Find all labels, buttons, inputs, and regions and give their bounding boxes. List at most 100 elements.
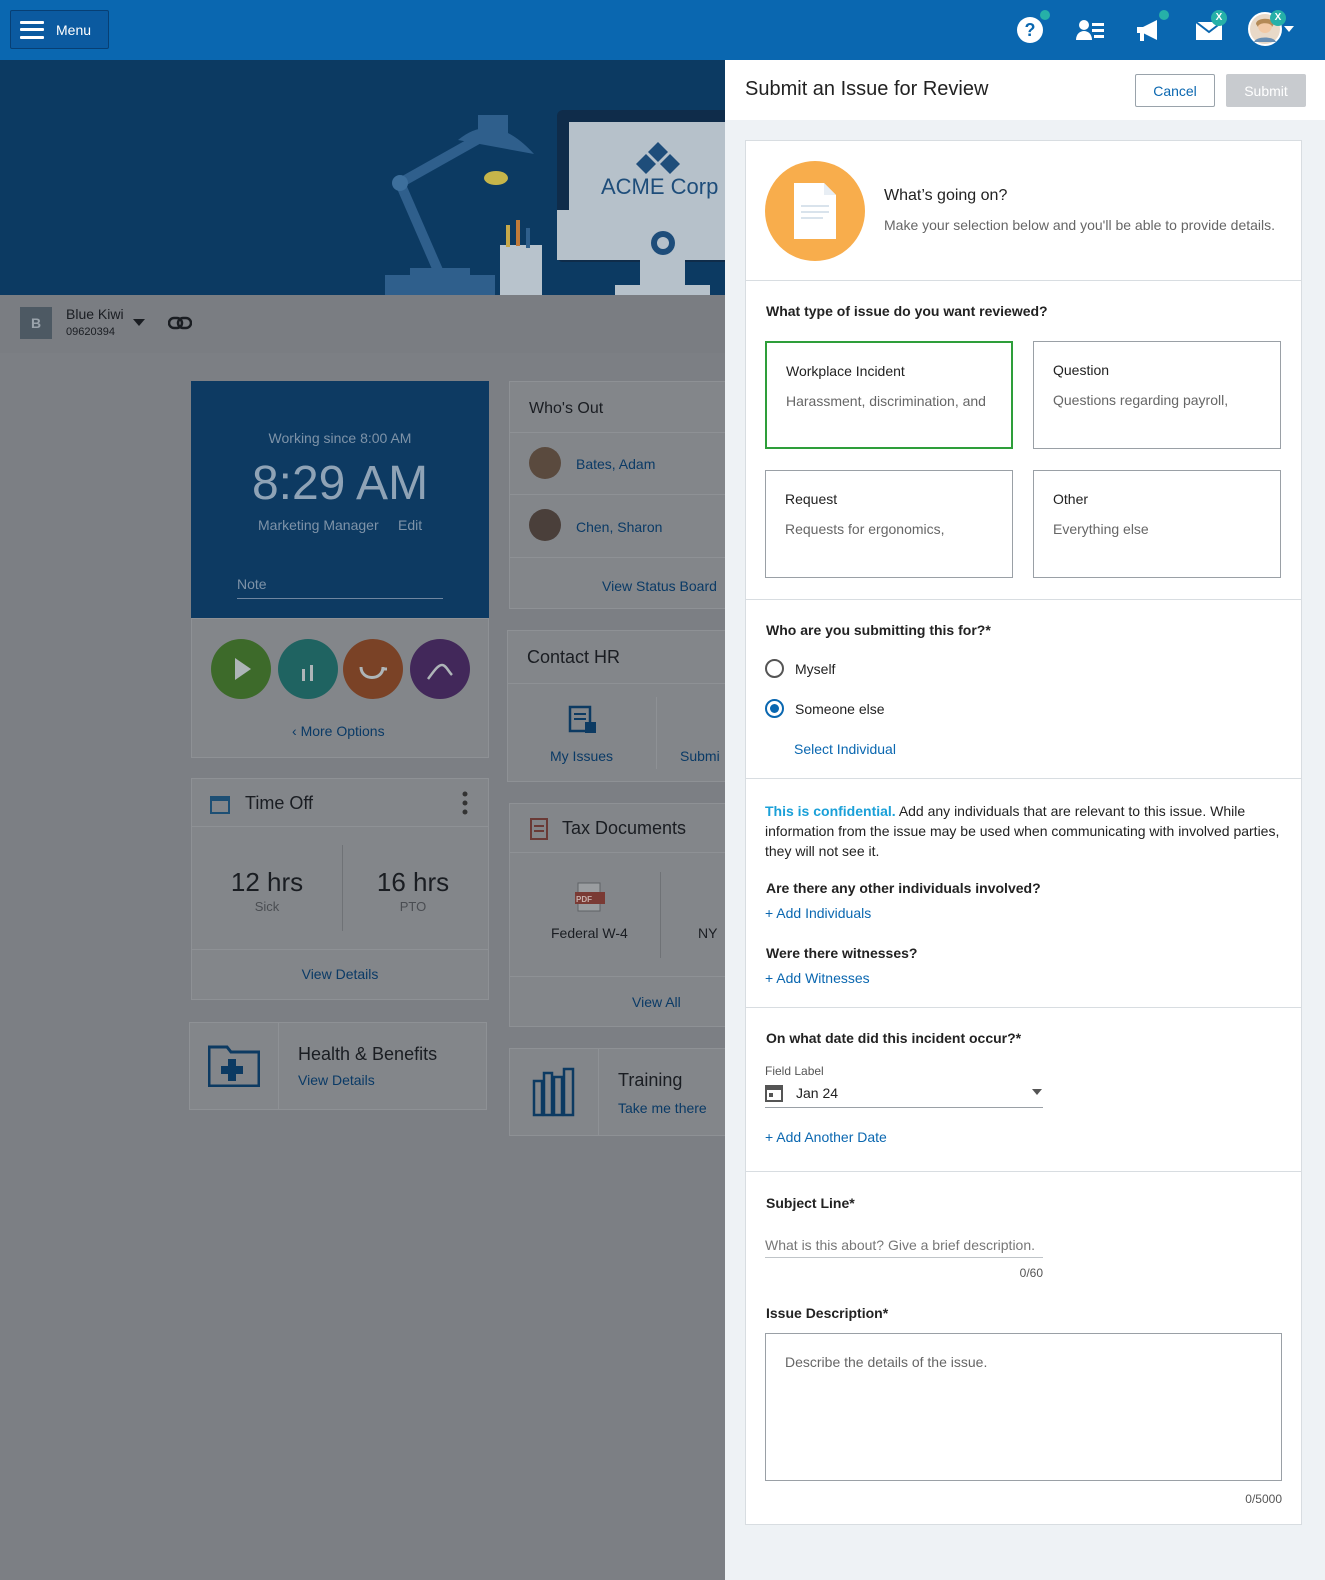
tile-request[interactable]: Request Requests for ergonomics, (765, 470, 1013, 578)
intro-section: What’s going on? Make your selection bel… (746, 141, 1301, 281)
tile-workplace-incident[interactable]: Workplace Incident Harassment, discrimin… (765, 341, 1013, 449)
add-witnesses-link[interactable]: + Add Witnesses (765, 970, 870, 986)
ny-doc-link[interactable]: NY (698, 925, 717, 941)
inbox-badge: X (1211, 10, 1227, 26)
issue-form: What’s going on? Make your selection bel… (745, 140, 1302, 1525)
exit-icon (426, 663, 453, 680)
edit-job-link[interactable]: Edit (398, 517, 422, 533)
intro-text: Make your selection below and you'll be … (884, 217, 1276, 233)
my-issues-link[interactable]: My Issues (550, 748, 613, 764)
person-avatar (529, 509, 561, 541)
medical-folder-icon (208, 1045, 260, 1087)
kebab-menu-icon[interactable] (462, 791, 468, 815)
description-char-count: 0/5000 (1245, 1492, 1282, 1506)
employee-name: Blue Kiwi (66, 306, 124, 322)
pto-hours: 16 hrs (376, 867, 450, 897)
date-value: Jan 24 (796, 1085, 839, 1101)
select-individual-link[interactable]: Select Individual (794, 741, 896, 757)
confidential-lead: This is confidential. (765, 803, 896, 819)
person-chen-sharon[interactable]: Chen, Sharon (576, 519, 662, 535)
chevron-down-icon (1032, 1089, 1042, 1095)
tile-title: Workplace Incident (786, 363, 905, 379)
panel-header: Submit an Issue for Review Cancel Submit (725, 60, 1325, 120)
other-individuals-question: Are there any other individuals involved… (766, 880, 1041, 896)
radio-someone-else[interactable] (765, 699, 784, 718)
submit-button[interactable]: Submit (1226, 74, 1306, 107)
top-nav-bar: Menu ? X X (0, 0, 1325, 60)
tile-question[interactable]: Question Questions regarding payroll, (1033, 341, 1281, 449)
radio-someone-else-label[interactable]: Someone else (795, 701, 885, 717)
confidential-notice: This is confidential. Add any individual… (765, 801, 1285, 861)
menu-button[interactable]: Menu (10, 10, 109, 49)
subject-char-count: 0/60 (1019, 1266, 1043, 1280)
employee-initial-avatar: B (20, 307, 52, 339)
radio-myself[interactable] (765, 659, 784, 678)
more-options-link[interactable]: ‹ More Options (292, 723, 385, 739)
issues-icon (568, 705, 596, 733)
health-title: Health & Benefits (298, 1044, 438, 1064)
cancel-button[interactable]: Cancel (1135, 74, 1215, 107)
calendar-icon (765, 1085, 783, 1102)
tile-title: Question (1053, 362, 1110, 378)
play-icon (235, 658, 251, 680)
document-illustration (765, 161, 865, 261)
person-bates-adam[interactable]: Bates, Adam (576, 456, 655, 472)
employee-dropdown-icon[interactable] (133, 319, 145, 327)
tax-view-all-link[interactable]: View All (632, 994, 681, 1010)
pdf-badge: PDF (576, 895, 592, 904)
description-label: Issue Description* (766, 1305, 889, 1321)
tax-documents-card: Tax Documents PDF Federal W-4 NY View Al… (509, 803, 725, 1027)
calendar-icon (210, 796, 230, 814)
view-status-board-link[interactable]: View Status Board (602, 578, 717, 594)
note-field[interactable]: Note (237, 576, 443, 599)
tile-title: Request (785, 491, 838, 507)
link-icon[interactable] (168, 315, 192, 331)
panel-title: Submit an Issue for Review (745, 78, 989, 100)
involved-parties-section: This is confidential. Add any individual… (746, 779, 1301, 1008)
clock-out-button[interactable] (410, 639, 470, 699)
employee-id: 09620394 (66, 326, 115, 338)
witnesses-question: Were there witnesses? (766, 945, 918, 961)
document-icon (530, 818, 548, 840)
description-textarea[interactable]: Describe the details of the issue. (765, 1333, 1282, 1481)
help-icon[interactable]: ? (1014, 10, 1050, 46)
submit-issue-link[interactable]: Submi (680, 748, 720, 764)
add-another-date-link[interactable]: + Add Another Date (765, 1129, 887, 1145)
take-me-there-link[interactable]: Take me there (618, 1100, 707, 1116)
books-icon (532, 1067, 575, 1117)
svg-text:?: ? (1025, 20, 1036, 40)
people-directory-icon[interactable] (1074, 14, 1106, 46)
tile-other[interactable]: Other Everything else (1033, 470, 1281, 578)
time-off-view-details[interactable]: View Details (192, 966, 488, 982)
details-section: Subject Line* What is this about? Give a… (746, 1172, 1301, 1524)
time-clock-card: Working since 8:00 AM 8:29 AM Marketing … (191, 381, 489, 618)
current-time: 8:29 AM (251, 457, 429, 510)
issue-type-question: What type of issue do you want reviewed? (766, 303, 1048, 319)
federal-w4-link[interactable]: Federal W-4 (551, 925, 628, 941)
intro-title: What’s going on? (884, 187, 1008, 204)
user-avatar-menu[interactable]: X (1248, 10, 1298, 48)
add-individuals-link[interactable]: + Add Individuals (765, 905, 871, 921)
announcements-icon[interactable] (1133, 10, 1169, 46)
subject-input[interactable]: What is this about? Give a brief descrip… (765, 1227, 1043, 1258)
radio-myself-label[interactable]: Myself (795, 661, 835, 677)
training-title: Training (618, 1070, 683, 1090)
date-picker[interactable]: Jan 24 (765, 1082, 1043, 1108)
inbox-icon[interactable]: X (1193, 10, 1227, 46)
date-field-label: Field Label (765, 1064, 824, 1078)
pto-label: PTO (399, 899, 427, 914)
health-view-details[interactable]: View Details (298, 1072, 375, 1088)
break-button[interactable] (278, 639, 338, 699)
whos-out-title: Who's Out (529, 400, 604, 417)
sick-hours: 12 hrs (230, 867, 304, 897)
acme-logo-text: ACME Corp (601, 174, 719, 199)
menu-label: Menu (56, 21, 92, 38)
clock-in-button[interactable] (211, 639, 271, 699)
lunch-button[interactable] (343, 639, 403, 699)
whos-out-card: Who's Out Bates, Adam Chen, Sharon View … (509, 381, 725, 609)
contact-hr-title: Contact HR (527, 647, 621, 667)
time-off-title: Time Off (245, 793, 314, 813)
avatar-badge: X (1270, 10, 1286, 26)
tile-description: Requests for ergonomics, (785, 521, 945, 537)
contact-hr-card: Contact HR My Issues Submi (507, 630, 725, 782)
